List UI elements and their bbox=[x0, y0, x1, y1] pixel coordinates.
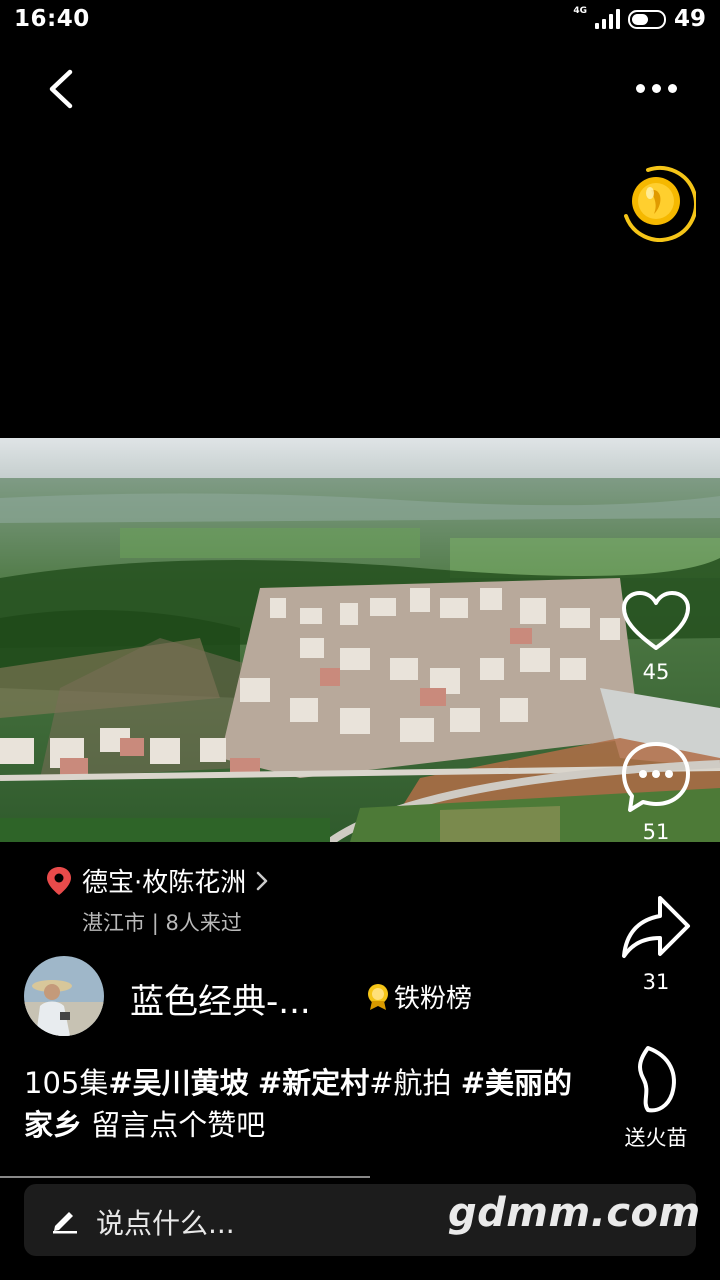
fan-rank-label: 铁粉榜 bbox=[394, 984, 473, 1014]
comment-placeholder: 说点什么... bbox=[96, 1207, 235, 1240]
coin-reward-button[interactable] bbox=[618, 160, 698, 242]
caption-text: 留言点个赞吧 bbox=[82, 1108, 266, 1142]
caption-text: 105集 bbox=[24, 1066, 109, 1100]
send-fire-label: 送火苗 bbox=[624, 1126, 688, 1150]
video-progress-bar[interactable] bbox=[0, 1176, 370, 1178]
author-name[interactable]: 蓝色经典-... bbox=[130, 974, 311, 1023]
hashtag[interactable]: #吴川黄坡 bbox=[108, 1066, 248, 1100]
fan-rank-button[interactable]: 铁粉榜 bbox=[366, 978, 472, 1015]
location-pin-icon bbox=[47, 866, 71, 895]
chevron-left-icon bbox=[49, 69, 73, 109]
back-button[interactable] bbox=[40, 64, 84, 114]
watermark: gdmm.com bbox=[448, 1190, 701, 1236]
chevron-right-icon bbox=[257, 871, 268, 890]
share-count: 31 bbox=[642, 970, 670, 994]
battery-icon bbox=[627, 9, 666, 29]
location-name: 德宝·枚陈花洲 bbox=[82, 868, 247, 898]
location-tag[interactable]: 德宝·枚陈花洲 湛江市 | 8人来过 bbox=[44, 862, 270, 937]
status-indicators: 4G 49 bbox=[573, 6, 706, 32]
author-avatar[interactable] bbox=[24, 956, 104, 1036]
location-divider: | bbox=[151, 911, 166, 935]
avatar-image bbox=[24, 956, 104, 1036]
location-meta: 湛江市 | 8人来过 bbox=[82, 907, 270, 937]
pencil-icon bbox=[53, 1212, 77, 1234]
gold-coin-icon bbox=[624, 166, 698, 242]
like-button[interactable]: 45 bbox=[606, 590, 706, 684]
more-options-button[interactable] bbox=[626, 70, 686, 106]
comment-count: 51 bbox=[642, 820, 670, 844]
medal-icon bbox=[368, 983, 388, 1010]
share-button[interactable]: 31 bbox=[606, 892, 706, 994]
send-fire-button[interactable]: 送火苗 bbox=[606, 1044, 706, 1152]
network-type: 4G bbox=[573, 6, 587, 16]
comment-button[interactable]: 51 bbox=[606, 740, 706, 844]
more-dots-icon bbox=[635, 83, 645, 93]
like-count: 45 bbox=[642, 660, 670, 684]
status-time: 16:40 bbox=[14, 6, 90, 32]
hashtag[interactable]: #航拍 bbox=[369, 1066, 451, 1100]
share-arrow-icon bbox=[622, 896, 690, 958]
heart-icon bbox=[622, 591, 690, 650]
location-city: 湛江市 bbox=[82, 911, 145, 935]
comment-bubble-icon bbox=[622, 742, 690, 812]
location-visitors: 8人来过 bbox=[165, 911, 242, 935]
fire-seedling-icon bbox=[638, 1046, 676, 1113]
video-caption: 105集#吴川黄坡 #新定村#航拍 #美丽的家乡 留言点个赞吧 bbox=[24, 1062, 584, 1146]
caption-space bbox=[249, 1066, 258, 1100]
status-bar: 16:40 4G 49 bbox=[0, 0, 720, 40]
hashtag[interactable]: #新定村 bbox=[258, 1066, 369, 1100]
caption-space bbox=[452, 1066, 461, 1100]
battery-level: 49 bbox=[673, 6, 706, 32]
signal-icon bbox=[594, 9, 620, 29]
